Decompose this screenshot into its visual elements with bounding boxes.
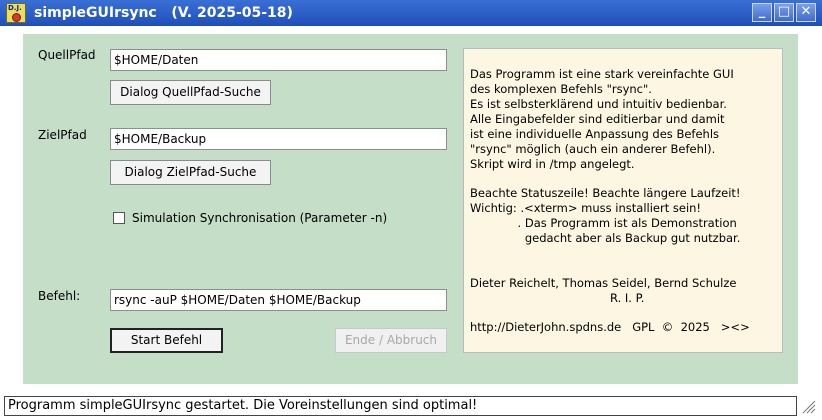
start-button[interactable]: Start Befehl [110, 328, 223, 353]
command-label: Befehl: [38, 289, 81, 303]
info-line: Alle Eingabefelder sind editierbar und d… [470, 112, 725, 126]
info-line: Es ist selbsterklärend und intuitiv bedi… [470, 97, 727, 111]
authors-text: Dieter Reichelt, Thomas Seidel, Bernd Sc… [470, 276, 737, 290]
maximize-button[interactable]: □ [774, 3, 794, 22]
info-line: des komplexen Befehls "rsync". [470, 82, 652, 96]
info-line: . Das Programm ist als Demonstration [470, 216, 737, 230]
minimize-button[interactable]: _ [752, 3, 772, 22]
source-dialog-button[interactable]: Dialog QuellPfad-Suche [110, 80, 271, 105]
source-path-label: QuellPfad [38, 48, 96, 62]
status-bar: Programm simpleGUIrsync gestartet. Die V… [4, 396, 797, 416]
app-icon[interactable]: D.J. [6, 3, 26, 23]
target-path-input[interactable]: $HOME/Backup [110, 128, 447, 150]
command-input[interactable]: rsync -auP $HOME/Daten $HOME/Backup [110, 289, 447, 311]
simulation-label[interactable]: Simulation Synchronisation (Parameter -n… [132, 211, 387, 225]
close-button[interactable]: ✕ [796, 3, 816, 22]
end-abort-button: Ende / Abbruch [335, 328, 447, 353]
window-title: simpleGUIrsync (V. 2025-05-18) [34, 5, 293, 21]
gear-icon [12, 13, 21, 22]
title-bar[interactable]: D.J. simpleGUIrsync (V. 2025-05-18) _ □ … [0, 0, 822, 26]
info-panel: Das Programm ist eine stark vereinfachte… [463, 48, 783, 353]
app-icon-text: D.J. [8, 4, 22, 12]
target-dialog-button[interactable]: Dialog ZielPfad-Suche [110, 160, 271, 185]
info-line: Beachte Statuszeile! Beachte längere Lau… [470, 186, 741, 200]
target-path-label: ZielPfad [38, 128, 87, 142]
resize-grip-icon[interactable] [800, 398, 816, 414]
info-line: Skript wird in /tmp angelegt. [470, 157, 635, 171]
source-path-input[interactable]: $HOME/Daten [110, 49, 447, 71]
info-footer: http://DieterJohn.spdns.de GPL © 2025 ><… [470, 320, 750, 334]
simulation-checkbox[interactable] [113, 212, 125, 224]
info-line: Das Programm ist eine stark vereinfachte… [470, 67, 734, 81]
info-line: ist eine individuelle Anpassung des Befe… [470, 127, 720, 141]
app-window: D.J. simpleGUIrsync (V. 2025-05-18) _ □ … [0, 0, 822, 420]
info-line: Wichtig: .<xterm> muss installiert sein! [470, 201, 702, 215]
info-line: gedacht aber als Backup gut nutzbar. [470, 231, 741, 245]
info-line: "rsync" möglich (auch ein anderer Befehl… [470, 142, 716, 156]
rip-text: R. I. P. [610, 291, 645, 305]
